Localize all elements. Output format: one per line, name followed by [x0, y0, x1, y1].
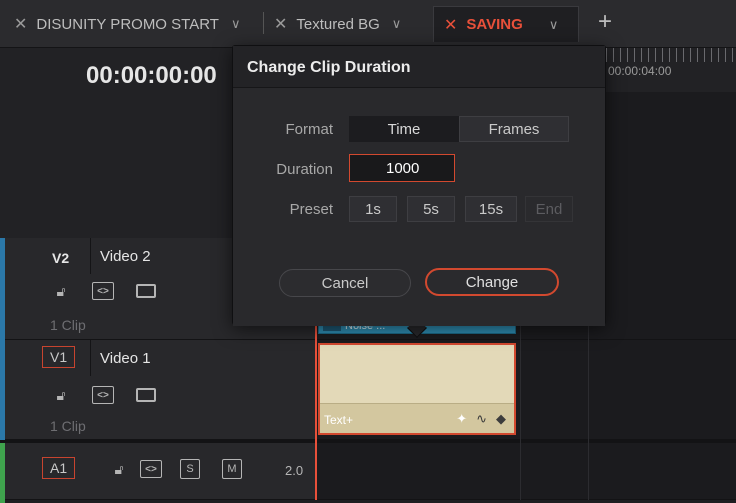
track-header-a1: A1 🔓︎ <> S M 2.0	[0, 440, 316, 503]
close-icon[interactable]: ✕	[444, 15, 457, 35]
chevron-down-icon[interactable]: ∨	[392, 16, 402, 32]
track-id[interactable]: V1	[42, 346, 76, 368]
change-button[interactable]: Change	[425, 268, 559, 296]
tab-disunity-promo-start[interactable]: ✕ DISUNITY PROMO START ∨	[14, 6, 240, 42]
header-divider	[90, 238, 91, 274]
keyframe-icon[interactable]: ◆	[496, 411, 506, 427]
preset-end-button: End	[525, 196, 573, 222]
timeline-tab-bar: ✕ DISUNITY PROMO START ∨ ✕ Textured BG ∨…	[0, 0, 736, 48]
tab-label: SAVING	[466, 16, 523, 33]
duration-label: Duration	[276, 161, 333, 178]
close-icon[interactable]: ✕	[274, 14, 287, 34]
track-id[interactable]: A1	[42, 457, 76, 479]
sparkle-icon: ✦	[456, 411, 468, 426]
format-label: Format	[285, 121, 333, 138]
clip-count: 1 Clip	[50, 317, 86, 333]
chevron-down-icon[interactable]: ∨	[549, 17, 559, 33]
dialog-body: Format Time Frames Duration 1000 Preset …	[233, 88, 605, 326]
clip-name: Text+	[324, 413, 354, 427]
track-enable-icon[interactable]	[136, 388, 156, 402]
ruler-time-label: 00:00:04:00	[608, 64, 672, 78]
track-enable-icon[interactable]	[136, 284, 156, 298]
format-frames-option[interactable]: Frames	[459, 116, 569, 142]
track-header-v1: V1 Video 1 🔓︎ <> 1 Clip	[0, 340, 316, 440]
close-icon[interactable]: ✕	[14, 14, 27, 34]
track-lane-a1[interactable]	[316, 440, 736, 500]
track-name[interactable]: Video 1	[100, 350, 151, 367]
tab-textured-bg[interactable]: ✕ Textured BG ∨	[274, 6, 401, 42]
tab-separator	[263, 12, 264, 34]
header-divider	[90, 340, 91, 376]
add-tab-button[interactable]: +	[598, 8, 612, 36]
preset-label: Preset	[289, 201, 333, 218]
solo-button[interactable]: S	[180, 459, 200, 479]
auto-select-icon[interactable]: <>	[92, 386, 114, 404]
track-id: V2	[52, 250, 70, 266]
dialog-title: Change Clip Duration	[247, 59, 411, 76]
track-color-strip	[0, 443, 5, 503]
preset-1s-button[interactable]: 1s	[349, 196, 397, 222]
auto-select-icon[interactable]: <>	[140, 460, 162, 478]
auto-select-icon[interactable]: <>	[92, 282, 114, 300]
preset-15s-button[interactable]: 15s	[465, 196, 517, 222]
lock-icon[interactable]: 🔓︎	[50, 282, 72, 300]
track-color-strip	[0, 238, 5, 340]
audio-channel-value: 2.0	[285, 463, 304, 478]
cancel-button[interactable]: Cancel	[279, 269, 411, 297]
duration-input[interactable]: 1000	[349, 154, 455, 182]
tab-label: DISUNITY PROMO START	[36, 15, 219, 33]
tab-saving[interactable]: ✕ SAVING ∨	[433, 6, 579, 42]
track-name[interactable]: Video 2	[100, 248, 151, 265]
clip-text-plus[interactable]: Text+ ✦ ∿ ◆	[318, 343, 516, 435]
mute-button[interactable]: M	[222, 459, 242, 479]
format-time-option[interactable]: Time	[349, 116, 459, 142]
timecode-display: 00:00:00:00	[86, 62, 217, 89]
curve-icon[interactable]: ∿	[476, 411, 487, 427]
lock-icon[interactable]: 🔓︎	[50, 386, 72, 404]
clip-icons: ✦ ∿ ◆	[456, 411, 506, 427]
tab-label: Textured BG	[296, 15, 380, 33]
chevron-down-icon[interactable]: ∨	[231, 16, 241, 32]
dialog-title-bar: Change Clip Duration	[233, 46, 605, 88]
clip-count: 1 Clip	[50, 418, 86, 434]
change-clip-duration-dialog: Change Clip Duration Format Time Frames …	[232, 45, 606, 326]
lock-icon[interactable]: 🔓︎	[108, 460, 130, 478]
track-color-strip	[0, 340, 5, 440]
preset-5s-button[interactable]: 5s	[407, 196, 455, 222]
